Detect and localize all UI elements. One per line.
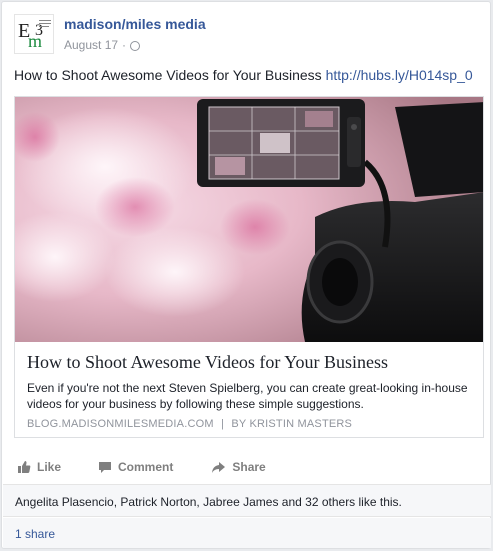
post-date[interactable]: August 17 [64,38,118,52]
link-preview-image[interactable] [15,97,483,342]
post-message-text: How to Shoot Awesome Videos for Your Bus… [14,67,326,83]
link-preview-card[interactable]: How to Shoot Awesome Videos for Your Bus… [14,96,484,438]
globe-icon[interactable] [130,41,141,51]
shares-summary: 1 share [3,518,491,548]
page-name[interactable]: madison/miles media [64,16,206,32]
likes-summary: Angelita Plasencio, Patrick Norton, Jabr… [3,484,491,517]
post-message: How to Shoot Awesome Videos for Your Bus… [14,67,484,83]
link-author: BY KRISTIN MASTERS [231,418,353,430]
share-arrow-icon [212,461,226,473]
camera-photo-image [15,97,483,342]
post-meta: August 17 · [64,38,141,52]
thumbs-up-icon [18,461,31,473]
link-domain: BLOG.MADISONMILESMEDIA.COM [27,418,214,430]
post-message-link[interactable]: http://hubs.ly/H014sp_0 [326,67,473,83]
like-button[interactable]: Like [17,460,61,474]
share-label: Share [232,460,266,474]
page-avatar[interactable]: E m 3 [14,14,54,54]
post-card: E m 3 madison/miles media August 17 · Ho… [1,1,491,549]
shares-count[interactable]: 1 share [15,527,55,541]
post-actions: Like Comment Share [14,457,484,477]
likes-text[interactable]: Angelita Plasencio, Patrick Norton, Jabr… [15,495,402,509]
like-label: Like [37,460,62,474]
share-button[interactable]: Share [211,460,266,474]
link-description: Even if you're not the next Steven Spiel… [27,381,468,411]
link-separator: | [221,418,225,430]
comment-button[interactable]: Comment [98,460,173,474]
link-source: BLOG.MADISONMILESMEDIA.COM | BY KRISTIN … [27,418,352,430]
post-header: E m 3 madison/miles media August 17 · [14,14,474,56]
svg-text:3: 3 [35,22,43,39]
mm-logo-icon: E m 3 [15,15,53,53]
meta-dot: · [122,38,127,52]
link-preview-caption[interactable]: How to Shoot Awesome Videos for Your Bus… [15,342,483,437]
link-title[interactable]: How to Shoot Awesome Videos for Your Bus… [27,352,388,373]
comment-label: Comment [118,460,174,474]
comment-icon [99,461,112,473]
